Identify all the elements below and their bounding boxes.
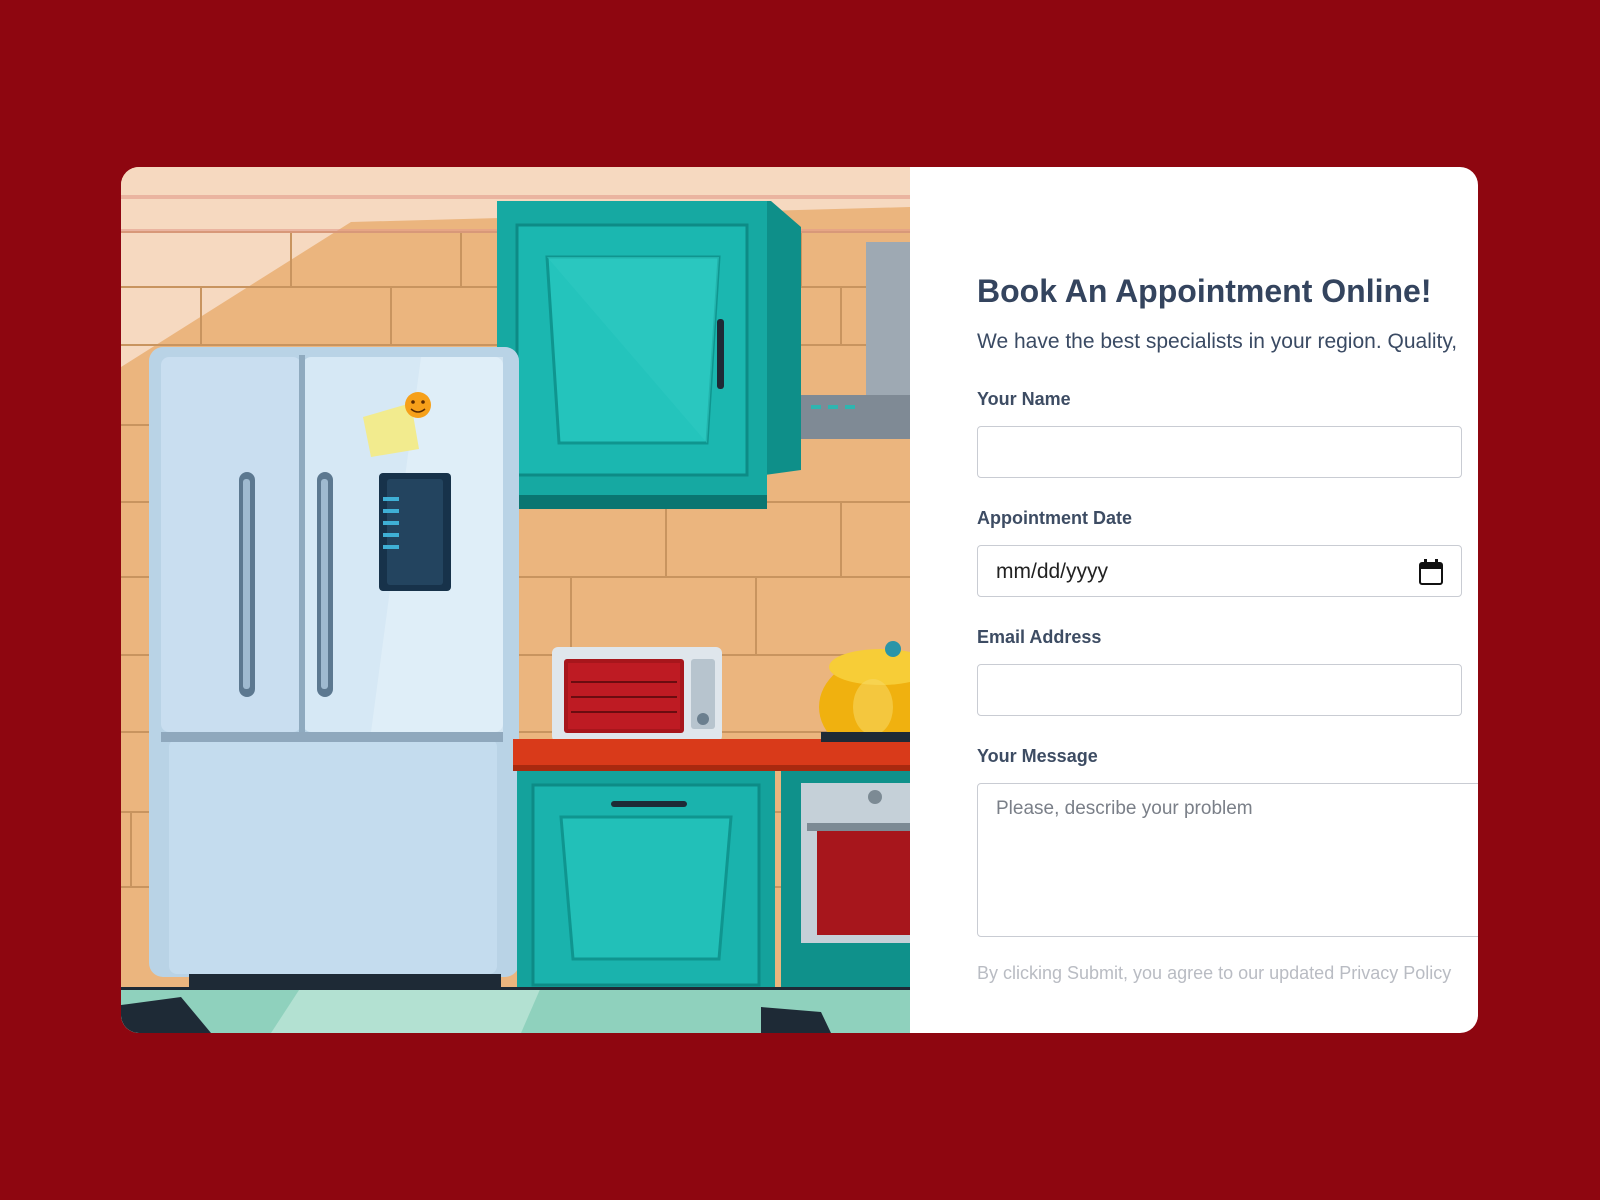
message-label: Your Message — [977, 746, 1098, 766]
appointment-card: Book An Appointment Online! We have the … — [121, 167, 1478, 1033]
email-label: Email Address — [977, 627, 1102, 647]
appointment-form: Book An Appointment Online! We have the … — [910, 167, 1478, 1033]
form-title: Book An Appointment Online! — [977, 273, 1432, 309]
date-input[interactable]: mm/dd/yyyy — [977, 545, 1462, 597]
date-input-value: mm/dd/yyyy — [996, 560, 1109, 583]
name-input[interactable] — [977, 426, 1462, 478]
privacy-disclaimer: By clicking Submit, you agree to our upd… — [977, 963, 1452, 983]
kitchen-illustration-art — [121, 167, 910, 1033]
name-label: Your Name — [977, 389, 1071, 409]
form-subtitle: We have the best specialists in your reg… — [977, 330, 1458, 353]
message-textarea[interactable] — [977, 783, 1478, 937]
kitchen-illustration — [121, 167, 910, 1033]
email-input[interactable] — [977, 664, 1462, 716]
date-label: Appointment Date — [977, 508, 1132, 528]
calendar-icon-glyph — [1419, 559, 1443, 585]
calendar-icon[interactable] — [1419, 559, 1443, 590]
